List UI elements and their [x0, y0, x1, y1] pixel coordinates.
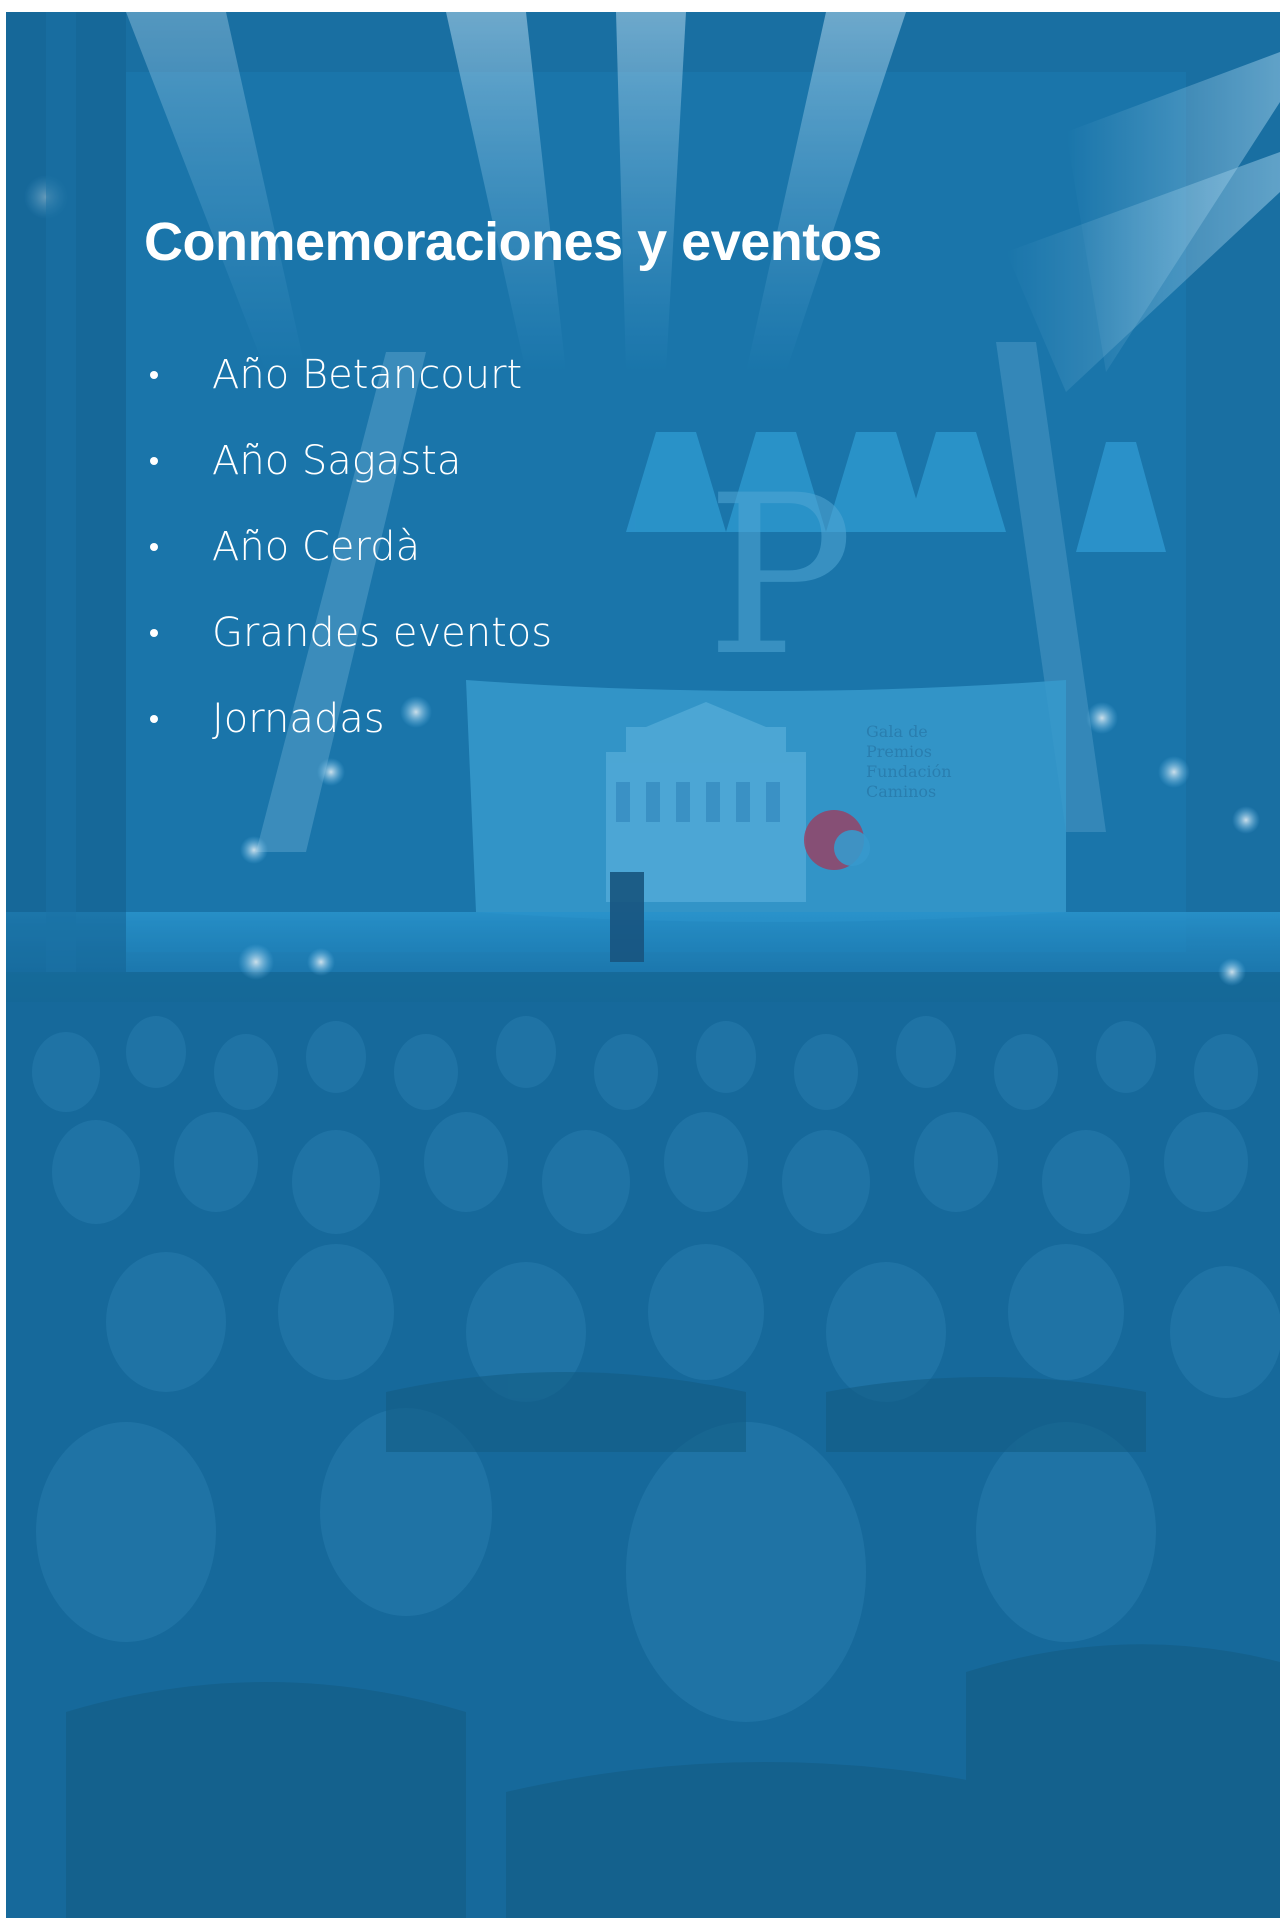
bullet-icon — [150, 371, 158, 379]
menu-item-ano-cerda[interactable]: Año Cerdà — [144, 504, 1044, 590]
bullet-icon — [150, 457, 158, 465]
section-title: Conmemoraciones y eventos — [144, 212, 882, 272]
menu-item-label[interactable]: Año Sagasta — [212, 438, 461, 484]
page: P Gala de Premios Fundación Caminos Conm… — [0, 0, 1282, 1918]
hero-card: P Gala de Premios Fundación Caminos Conm… — [6, 12, 1280, 1918]
menu-item-ano-betancourt[interactable]: Año Betancourt — [144, 332, 1044, 418]
menu-item-label[interactable]: Grandes eventos — [212, 610, 552, 656]
events-menu: Año Betancourt Año Sagasta Año Cerdà Gra… — [144, 332, 1044, 762]
svg-text:Fundación: Fundación — [866, 762, 952, 781]
menu-item-jornadas[interactable]: Jornadas — [144, 676, 1044, 762]
content-panel: Conmemoraciones y eventos Año Betancourt… — [144, 210, 1044, 762]
menu-item-ano-sagasta[interactable]: Año Sagasta — [144, 418, 1044, 504]
bullet-icon — [150, 715, 158, 723]
menu-item-label[interactable]: Jornadas — [212, 696, 385, 742]
podium — [610, 872, 644, 962]
bullet-icon — [150, 543, 158, 551]
svg-text:Caminos: Caminos — [866, 782, 936, 801]
menu-item-grandes-eventos[interactable]: Grandes eventos — [144, 590, 1044, 676]
menu-item-label[interactable]: Año Betancourt — [212, 352, 522, 398]
bullet-icon — [150, 629, 158, 637]
menu-item-label[interactable]: Año Cerdà — [212, 524, 420, 570]
